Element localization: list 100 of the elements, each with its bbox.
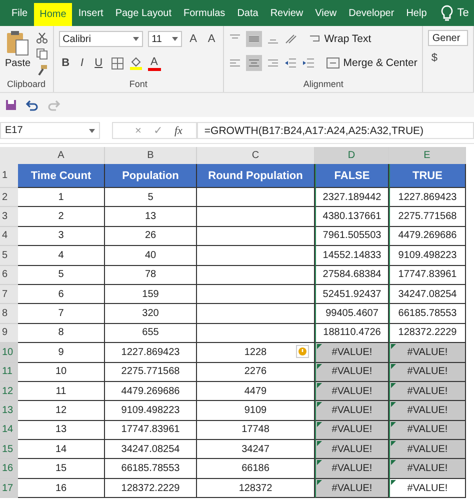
cell-text: 7	[58, 308, 64, 320]
column-header[interactable]: A	[18, 147, 105, 164]
ribbon-tab[interactable]: Page Layout	[110, 0, 177, 26]
save-icon[interactable]	[5, 99, 17, 111]
cell-text: 34247	[242, 444, 270, 455]
scissors-icon[interactable]	[36, 32, 48, 44]
align-center-icon[interactable]	[246, 55, 262, 71]
cell-text: 1227.869423	[121, 346, 180, 358]
column-header[interactable]: B	[105, 147, 197, 164]
cell-text: 4479.269686	[398, 230, 457, 242]
cell-text: 66185.78553	[398, 308, 457, 320]
row-header[interactable]: 8	[0, 304, 18, 324]
ribbon-tab[interactable]: Data	[232, 0, 264, 26]
cell-text: 9109.498223	[398, 250, 457, 261]
row-header[interactable]: 13	[0, 401, 18, 421]
row-header[interactable]: 4	[0, 226, 18, 246]
decrease-font-button[interactable]: A	[204, 33, 218, 45]
number-format-field[interactable]: Gener	[428, 30, 468, 46]
undo-icon[interactable]	[25, 99, 39, 111]
cell-text: 34247.08254	[121, 444, 180, 455]
cell-text: 12	[55, 404, 67, 416]
insert-function-button[interactable]: fx	[174, 124, 182, 136]
cell-text: 2327.189442	[322, 192, 382, 203]
ribbon-tab[interactable]: Insert	[72, 0, 109, 26]
column-header[interactable]: C	[197, 147, 315, 164]
caret-icon[interactable]	[89, 128, 95, 132]
row-header[interactable]: 12	[0, 382, 18, 402]
ribbon-tab[interactable]: File	[6, 0, 34, 26]
row-header[interactable]: 1	[0, 164, 18, 188]
cell-text: 13	[144, 211, 156, 222]
formula-field[interactable]: =GROWTH(B17:B24,A17:A24,A25:A32,TRUE)	[197, 122, 474, 139]
row-header[interactable]: 15	[0, 440, 18, 460]
ribbon-tab[interactable]: View	[310, 0, 342, 26]
row-header[interactable]: 9	[0, 324, 18, 344]
cell-text: 26	[144, 230, 156, 242]
ribbon-tab[interactable]: Review	[264, 0, 309, 26]
decrease-indent-icon[interactable]	[284, 57, 298, 69]
currency-button[interactable]: $	[428, 52, 441, 64]
caret-icon[interactable]	[172, 37, 178, 41]
bold-button[interactable]: B	[58, 57, 73, 69]
caret-icon[interactable]	[132, 37, 139, 41]
cell-text: 4380.137661	[322, 211, 382, 222]
borders-icon[interactable]	[110, 56, 124, 70]
orientation-icon[interactable]	[284, 33, 298, 45]
align-left-icon[interactable]	[229, 57, 242, 69]
merge-center-button[interactable]: Merge & Center	[326, 57, 418, 69]
ribbon-tab[interactable]: Developer	[343, 0, 400, 26]
ribbon-tab[interactable]: Home	[34, 3, 72, 26]
font-name-field[interactable]: Calibri	[58, 31, 143, 47]
italic-button[interactable]: I	[78, 57, 87, 69]
font-color-button[interactable]: A	[148, 56, 161, 70]
cell-text: 188110.4726	[323, 327, 381, 338]
row-header[interactable]: 2	[0, 188, 18, 208]
cell-text: #VALUE!	[332, 386, 372, 397]
cell-text: TRUE	[412, 170, 442, 182]
row-header[interactable]: 5	[0, 246, 18, 266]
column-header[interactable]: E	[389, 147, 466, 164]
cell-text: 128372	[238, 482, 272, 494]
error-indicator-icon	[391, 344, 396, 350]
cell-text: #VALUE!	[407, 366, 448, 378]
align-right-icon[interactable]	[267, 57, 280, 69]
align-middle-icon[interactable]	[246, 31, 262, 47]
ribbon-tab[interactable]: Formulas	[178, 0, 231, 26]
merge-icon	[326, 57, 340, 69]
error-indicator-icon	[391, 441, 396, 446]
row-header[interactable]: 10	[0, 343, 18, 363]
cell-text: FALSE	[334, 170, 370, 182]
cell-text: #VALUE!	[332, 366, 372, 378]
error-indicator-icon	[317, 441, 322, 446]
cell-text: 4479	[244, 386, 267, 397]
lightbulb-icon[interactable]	[441, 5, 454, 21]
underline-button[interactable]: U	[92, 57, 106, 69]
row-header[interactable]: 6	[0, 266, 18, 285]
row-header[interactable]: 14	[0, 420, 18, 440]
ribbon-tab[interactable]: Help	[400, 0, 432, 26]
cell-text: 2276	[244, 366, 267, 378]
increase-indent-icon[interactable]	[302, 57, 316, 69]
font-size-field[interactable]: 11	[148, 31, 182, 47]
cell-text: 8	[58, 327, 64, 338]
cell-text: #VALUE!	[407, 346, 448, 358]
cell-text: 9109	[244, 404, 267, 416]
cell-text: 14552.14833	[322, 250, 382, 261]
cell-text: 99405.4607	[326, 308, 378, 320]
row-header[interactable]: 17	[0, 478, 18, 498]
row-header[interactable]: 7	[0, 284, 18, 304]
row-header[interactable]: 16	[0, 459, 18, 479]
fill-color-icon[interactable]	[128, 56, 143, 70]
cell-text: 13	[55, 424, 67, 436]
row-header[interactable]: 11	[0, 362, 18, 382]
column-header[interactable]: D	[315, 147, 389, 164]
copy-icon[interactable]	[36, 48, 48, 60]
wrap-text-button[interactable]: Wrap Text	[309, 33, 372, 45]
cell-text: Population	[122, 170, 179, 182]
increase-font-button[interactable]: A	[186, 33, 200, 45]
row-header[interactable]: 3	[0, 207, 18, 227]
name-box[interactable]: E17	[0, 122, 100, 139]
paste-button[interactable]: Paste	[5, 30, 31, 79]
tell-me-text[interactable]: Te	[457, 7, 469, 19]
format-painter-icon[interactable]	[36, 64, 48, 76]
group-label: Font	[128, 79, 148, 91]
